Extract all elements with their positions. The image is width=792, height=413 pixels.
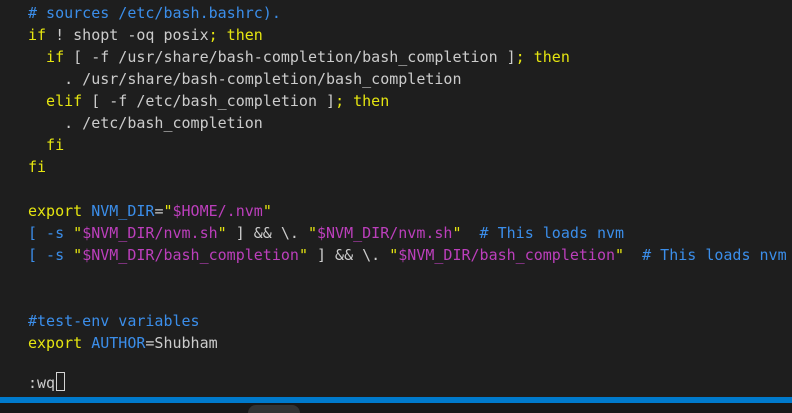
code-token: . /usr/share/bash-completion/bash_comple… (28, 70, 462, 88)
code-token: fi (28, 158, 47, 176)
code-line[interactable]: [ -s "$NVM_DIR/bash_completion" ] && \. … (28, 244, 787, 266)
taskbar-tab[interactable] (248, 405, 300, 413)
code-line[interactable]: . /etc/bash_completion (28, 112, 263, 134)
code-token: ; then (335, 92, 390, 110)
code-token: # sources /etc/bash.bashrc). (28, 4, 281, 22)
code-token: fi (28, 136, 65, 154)
code-token: $NVM_DIR (398, 246, 471, 264)
code-token: # This loads nvm (624, 246, 787, 264)
code-token: " (73, 246, 83, 264)
code-token: $HOME (172, 202, 218, 220)
code-token: AUTHOR (91, 334, 146, 352)
code-token: [ -s (28, 224, 74, 242)
code-line[interactable]: if ! shopt -oq posix; then (28, 24, 263, 46)
command-text: :wq (28, 374, 56, 392)
code-token: if (28, 48, 65, 66)
code-token: ! shopt -oq posix (46, 26, 209, 44)
code-token: [ -f /etc/bash_completion ] (82, 92, 336, 110)
code-token: /bash_completion (470, 246, 616, 264)
code-line[interactable]: [ -s "$NVM_DIR/nvm.sh" ] && \. "$NVM_DIR… (28, 222, 624, 244)
code-token: if (28, 26, 47, 44)
vim-command-line[interactable]: :wq (28, 372, 66, 394)
code-token: " (298, 246, 308, 264)
code-token: $NVM_DIR (317, 224, 390, 242)
code-token: # This loads nvm (461, 224, 625, 242)
code-line[interactable]: elif [ -f /etc/bash_completion ]; then (28, 90, 389, 112)
code-token: =Shubham (145, 334, 218, 352)
code-token: " (307, 224, 317, 242)
code-line[interactable]: if [ -f /usr/share/bash-completion/bash_… (28, 46, 570, 68)
code-token: " (615, 246, 625, 264)
code-token: export (28, 334, 92, 352)
code-token: $NVM_DIR (82, 246, 155, 264)
code-token: . /etc/bash_completion (28, 114, 263, 132)
taskbar-strip (0, 403, 792, 413)
code-line[interactable]: . /usr/share/bash-completion/bash_comple… (28, 68, 461, 90)
code-line[interactable]: #test-env variables (28, 310, 200, 332)
code-token: " (262, 202, 272, 220)
text-cursor (56, 372, 66, 391)
code-token: ] && \. (226, 224, 308, 242)
code-line[interactable]: fi (28, 156, 46, 178)
code-token: #test-env variables (28, 312, 200, 330)
code-token: " (217, 224, 227, 242)
code-token: [ -f /usr/share/bash-completion/bash_com… (64, 48, 516, 66)
code-token: ] && \. (307, 246, 390, 264)
code-token: [ -s (28, 246, 74, 264)
code-token: " (163, 202, 173, 220)
code-token: /nvm.sh (389, 224, 453, 242)
code-line[interactable]: fi (28, 134, 64, 156)
code-token: $NVM_DIR (82, 224, 155, 242)
code-token: /bash_completion (154, 246, 299, 264)
code-line[interactable]: export AUTHOR=Shubham (28, 332, 218, 354)
code-token: ; then (208, 26, 263, 44)
code-token: /nvm.sh (154, 224, 218, 242)
code-token: " (389, 246, 399, 264)
code-token: export (28, 202, 92, 220)
code-token: elif (28, 92, 83, 110)
code-token: " (452, 224, 462, 242)
code-token: ; then (515, 48, 570, 66)
code-line[interactable]: # sources /etc/bash.bashrc). (28, 2, 281, 24)
code-token: " (73, 224, 83, 242)
code-token: /.nvm (217, 202, 263, 220)
code-token: NVM_DIR (91, 202, 155, 220)
code-line[interactable]: export NVM_DIR="$HOME/.nvm" (28, 200, 272, 222)
terminal-window[interactable]: # sources /etc/bash.bashrc). if ! shopt -… (0, 0, 792, 413)
